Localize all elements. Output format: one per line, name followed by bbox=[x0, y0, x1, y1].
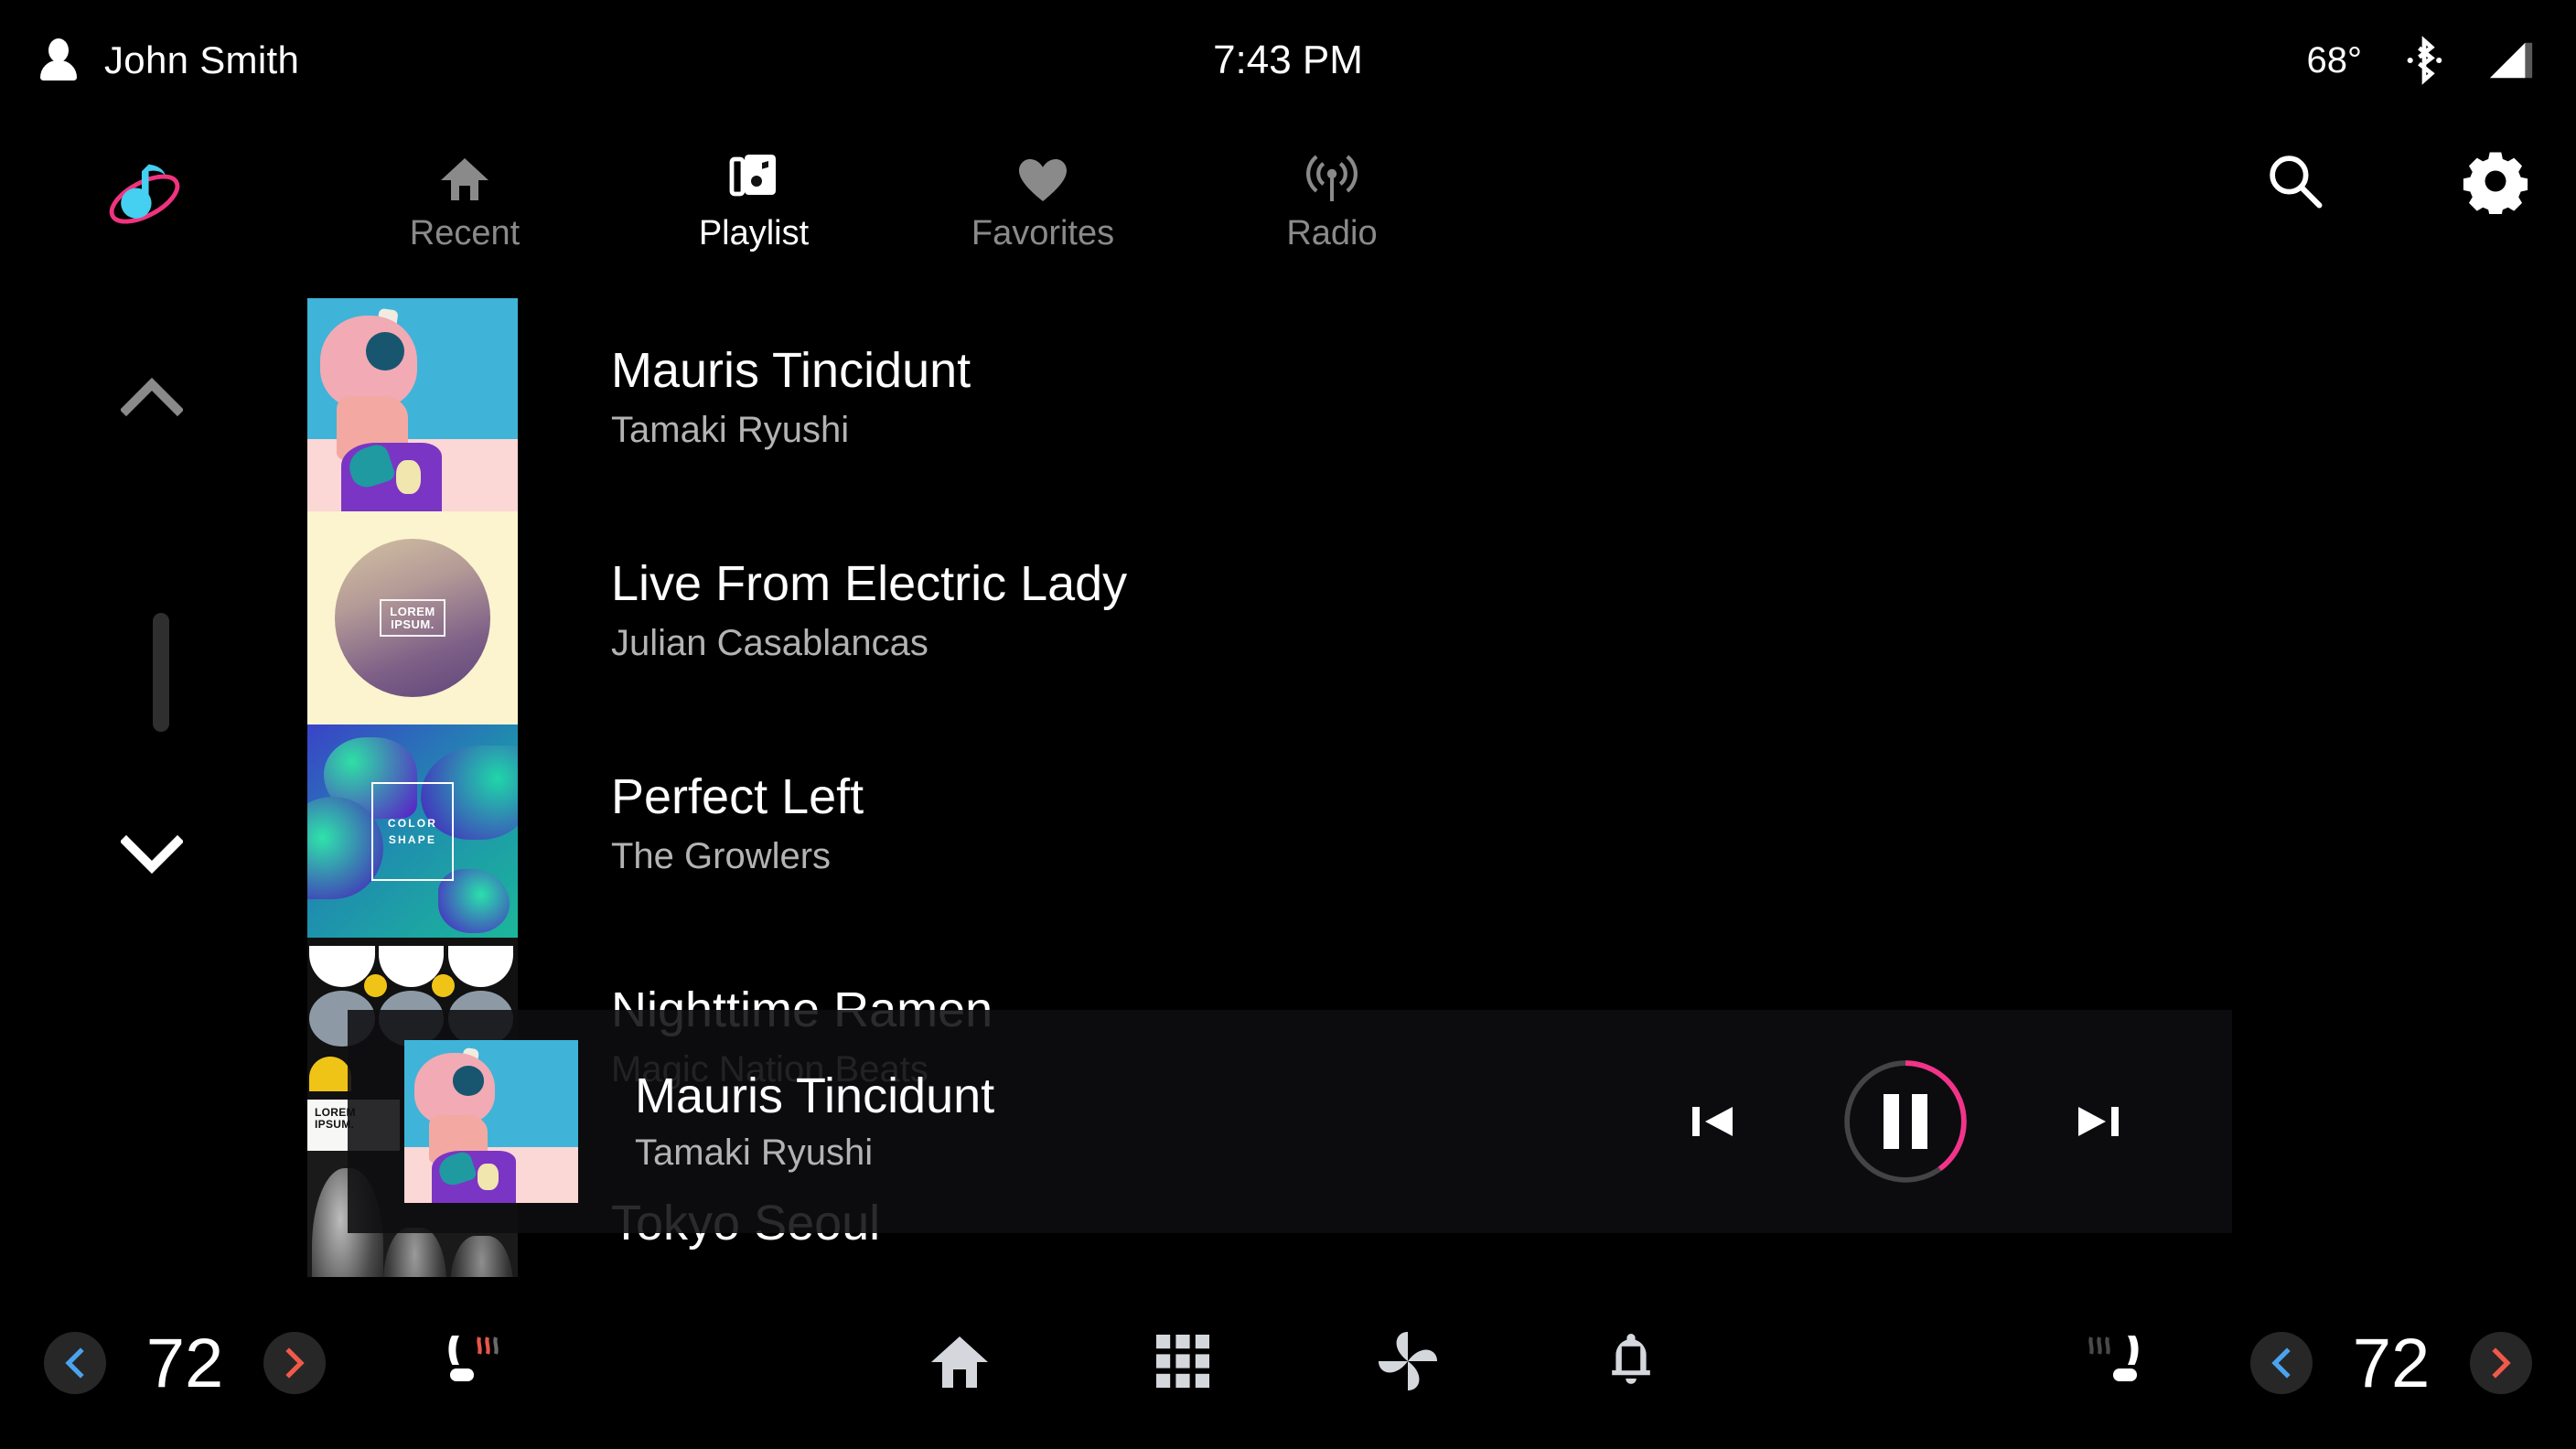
playlist-icon bbox=[728, 135, 779, 203]
fan-climate-icon[interactable] bbox=[1376, 1330, 1440, 1397]
home-icon bbox=[439, 135, 490, 203]
tab-favorites[interactable]: Favorites bbox=[898, 128, 1187, 253]
album-art: COLOR SHAPE bbox=[307, 724, 518, 938]
list-scrollbar[interactable] bbox=[112, 348, 221, 951]
pause-icon bbox=[1841, 1057, 1970, 1186]
passenger-temperature: 72 bbox=[2352, 1324, 2431, 1402]
chevron-up-icon[interactable] bbox=[121, 375, 183, 417]
chevron-left-icon bbox=[65, 1347, 84, 1379]
home-icon[interactable] bbox=[929, 1333, 990, 1394]
bluetooth-icon bbox=[2407, 36, 2442, 85]
chevron-left-icon bbox=[2271, 1347, 2291, 1379]
app-actions bbox=[2265, 148, 2528, 214]
track-title: Perfect Left bbox=[611, 769, 864, 824]
status-bar-right: 68° bbox=[2307, 0, 2537, 121]
track-artist: Tamaki Ryushi bbox=[611, 410, 850, 451]
track-row[interactable]: COLOR SHAPE Perfect Left The Growlers bbox=[307, 724, 2503, 938]
track-info: Mauris Tincidunt Tamaki Ryushi bbox=[518, 298, 971, 451]
now-playing-bar[interactable]: Mauris Tincidunt Tamaki Ryushi bbox=[348, 1010, 2232, 1233]
now-playing-title: Mauris Tincidunt bbox=[635, 1068, 995, 1123]
passenger-climate-group: 72 bbox=[2078, 1324, 2532, 1403]
driver-temperature: 72 bbox=[145, 1324, 224, 1402]
heart-icon bbox=[1017, 135, 1068, 203]
passenger-temp-increase-button[interactable] bbox=[2470, 1332, 2532, 1394]
album-art: LOREM IPSUM. bbox=[307, 511, 518, 724]
clock: 7:43 PM bbox=[1213, 38, 1363, 82]
now-playing-artist: Tamaki Ryushi bbox=[635, 1132, 874, 1174]
tab-recent-label: Recent bbox=[409, 214, 521, 252]
bell-notifications-icon[interactable] bbox=[1605, 1331, 1658, 1396]
now-playing-info: Mauris Tincidunt Tamaki Ryushi bbox=[635, 1068, 995, 1174]
search-icon[interactable] bbox=[2265, 151, 2325, 211]
driver-temp-increase-button[interactable] bbox=[263, 1332, 326, 1394]
apps-grid-icon[interactable] bbox=[1154, 1333, 1211, 1394]
driver-climate-group: 72 bbox=[44, 1324, 509, 1403]
playback-controls bbox=[1687, 1057, 2124, 1186]
chevron-down-icon[interactable] bbox=[121, 832, 183, 875]
passenger-temp-decrease-button[interactable] bbox=[2250, 1332, 2313, 1394]
tab-list: Recent Playlist Favorites Radio bbox=[320, 128, 1476, 253]
signal-bars-icon bbox=[2489, 42, 2533, 79]
music-note-orbit-logo bbox=[109, 164, 180, 224]
tab-playlist-label: Playlist bbox=[698, 214, 810, 252]
track-artist: Julian Casablancas bbox=[611, 623, 928, 664]
scrollbar-thumb[interactable] bbox=[153, 613, 169, 732]
app-tab-bar: Recent Playlist Favorites Radio bbox=[0, 128, 2576, 274]
chevron-right-icon bbox=[285, 1347, 305, 1379]
album-art bbox=[307, 298, 518, 511]
outside-temperature: 68° bbox=[2306, 39, 2363, 80]
track-title: Live From Electric Lady bbox=[611, 556, 1128, 611]
gear-icon[interactable] bbox=[2463, 148, 2528, 214]
system-nav-icons bbox=[929, 1330, 1658, 1397]
track-row[interactable]: LOREM IPSUM. Live From Electric Lady Juli… bbox=[307, 511, 2503, 724]
tab-favorites-label: Favorites bbox=[971, 214, 1115, 252]
track-info: Perfect Left The Growlers bbox=[518, 724, 864, 877]
driver-temp-decrease-button[interactable] bbox=[44, 1332, 106, 1394]
tab-radio[interactable]: Radio bbox=[1187, 128, 1476, 253]
system-bottom-bar: 72 72 bbox=[0, 1277, 2576, 1449]
tab-recent[interactable]: Recent bbox=[320, 128, 609, 253]
now-playing-album-art bbox=[404, 1040, 578, 1203]
passenger-heated-seat-icon[interactable] bbox=[2078, 1328, 2148, 1399]
skip-next-icon[interactable] bbox=[2073, 1096, 2124, 1147]
skip-previous-icon[interactable] bbox=[1687, 1096, 1738, 1147]
play-pause-button[interactable] bbox=[1841, 1057, 1970, 1186]
tab-playlist[interactable]: Playlist bbox=[609, 128, 898, 253]
infotainment-screen: John Smith 7:43 PM 68° Recent Playlist F… bbox=[0, 0, 2576, 1449]
track-artist: The Growlers bbox=[611, 836, 832, 877]
broadcast-icon bbox=[1306, 135, 1358, 203]
track-row[interactable]: Mauris Tincidunt Tamaki Ryushi bbox=[307, 298, 2503, 511]
status-bar: John Smith 7:43 PM 68° bbox=[0, 0, 2576, 121]
track-title: Mauris Tincidunt bbox=[611, 343, 971, 398]
track-info: Live From Electric Lady Julian Casablanc… bbox=[518, 511, 1127, 664]
driver-heated-seat-icon[interactable] bbox=[439, 1328, 509, 1399]
chevron-right-icon bbox=[2492, 1347, 2511, 1379]
tab-radio-label: Radio bbox=[1286, 214, 1378, 252]
